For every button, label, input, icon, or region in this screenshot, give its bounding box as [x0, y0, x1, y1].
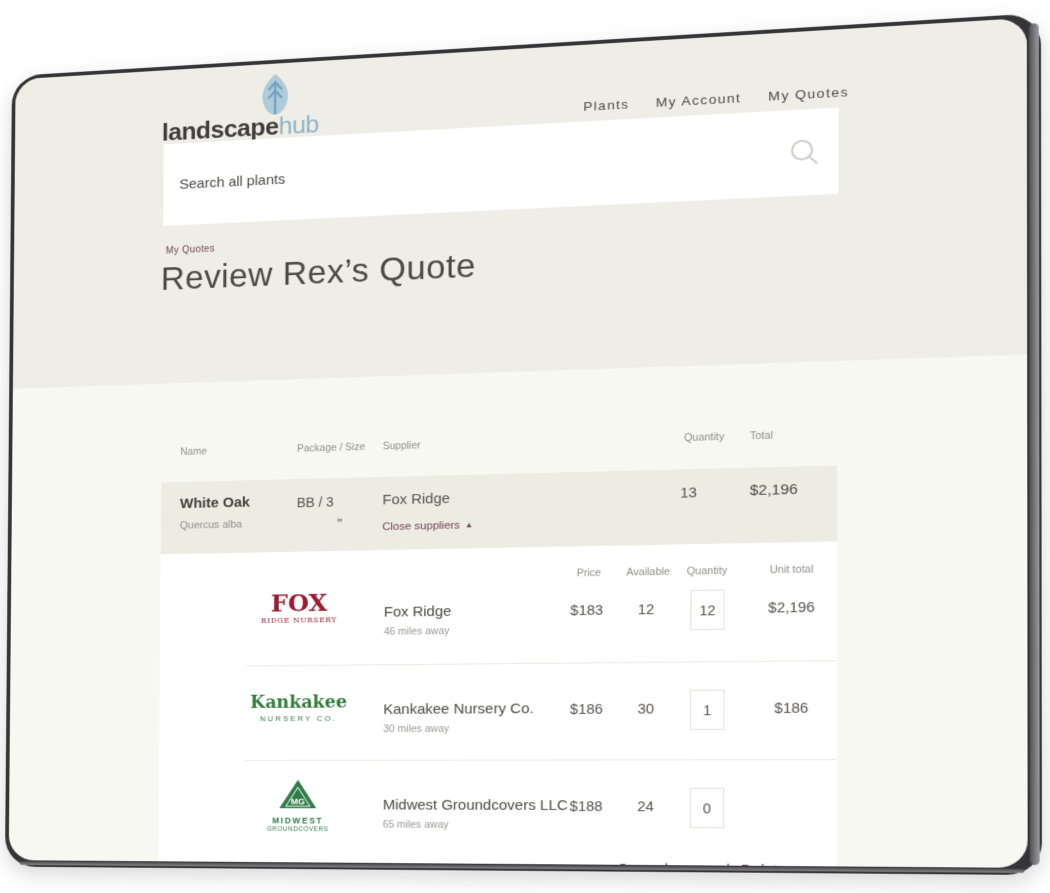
page-title: Review Rex’s Quote	[161, 247, 476, 298]
supplier-price: $186	[570, 702, 603, 718]
close-suppliers-link[interactable]: Close suppliers ▲	[382, 520, 473, 533]
midwest-logo-text: MIDWEST	[259, 816, 337, 826]
sub-col-header-unit-total: Unit total	[770, 564, 814, 577]
supplier-distance: 30 miles away	[383, 723, 449, 735]
row-divider	[245, 759, 837, 761]
midwest-monogram: MG	[291, 797, 305, 806]
item-package-size-unit: "	[337, 516, 342, 531]
kankakee-logo: Kankakee NURSERY CO.	[245, 693, 352, 723]
item-package-size: BB / 3	[297, 494, 334, 510]
search-icon[interactable]	[789, 137, 821, 168]
quantity-input[interactable]	[690, 788, 724, 828]
supplier-unit-total: $186	[774, 701, 808, 717]
supplier-name: Midwest Groundcovers LLC	[383, 797, 568, 814]
suppliers-panel: Price Available Quantity Unit total FOX …	[158, 541, 837, 867]
midwest-logo-subtext: GROUNDCOVERS	[259, 826, 337, 833]
item-supplier: Fox Ridge	[382, 490, 450, 508]
quantity-input[interactable]	[690, 590, 724, 631]
fox-ridge-logo-text: FOX	[246, 590, 353, 615]
fox-ridge-logo: FOX RIDGE NURSERY	[246, 590, 353, 625]
supplier-distance: 65 miles away	[383, 819, 449, 831]
hero-section: landscapehub Plants My Account My Quotes…	[13, 18, 1027, 389]
supplier-name: Kankakee Nursery Co.	[383, 701, 533, 718]
col-header-total: Total	[750, 430, 773, 442]
kankakee-logo-text: Kankakee	[245, 693, 352, 713]
item-scientific-name: Quercus alba	[180, 519, 242, 532]
supplier-available: 30	[637, 702, 654, 718]
supplier-name: Fox Ridge	[384, 603, 452, 620]
device-frame: landscapehub Plants My Account My Quotes…	[5, 13, 1042, 875]
supplier-unit-total: $2,196	[768, 600, 815, 616]
item-quantity: 13	[663, 485, 715, 502]
sub-col-header-quantity: Quantity	[687, 565, 728, 577]
supplier-distance: 46 miles away	[384, 625, 450, 637]
leaf-icon	[260, 72, 291, 117]
triangle-up-icon: ▲	[465, 521, 473, 530]
midwest-triangle-icon: MG	[278, 779, 317, 809]
item-name: White Oak	[180, 494, 250, 512]
screen: landscapehub Plants My Account My Quotes…	[9, 18, 1028, 868]
sub-col-header-available: Available	[626, 566, 670, 578]
quote-item-row: White Oak Quercus alba BB / 3 " Fox Ridg…	[161, 465, 837, 554]
close-suppliers-label: Close suppliers	[382, 520, 460, 533]
row-divider	[246, 660, 837, 666]
nav-item-my-account[interactable]: My Account	[656, 91, 741, 110]
supplier-price: $188	[570, 799, 603, 815]
kankakee-logo-subtext: NURSERY CO.	[245, 714, 352, 723]
quantity-input[interactable]	[690, 690, 724, 730]
item-total: $2,196	[750, 481, 798, 499]
col-header-quantity: Quantity	[677, 431, 731, 444]
fox-ridge-logo-subtext: RIDGE NURSERY	[246, 615, 353, 625]
supplier-price: $183	[570, 603, 603, 619]
supplier-available: 24	[637, 799, 654, 815]
col-header-supplier: Supplier	[383, 440, 421, 452]
sub-col-header-price: Price	[577, 567, 601, 579]
nav-item-plants[interactable]: Plants	[583, 97, 629, 114]
supplier-available: 12	[638, 602, 655, 618]
quote-table-header: Name Package / Size Supplier Quantity To…	[12, 422, 1027, 466]
col-header-package-size: Package / Size	[297, 441, 365, 454]
nav-item-my-quotes[interactable]: My Quotes	[768, 84, 849, 103]
breadcrumb[interactable]: My Quotes	[166, 244, 215, 256]
midwest-groundcovers-logo: MG MIDWEST GROUNDCOVERS	[259, 779, 337, 833]
device-bezel-right	[1029, 23, 1040, 865]
col-header-name: Name	[180, 446, 207, 458]
